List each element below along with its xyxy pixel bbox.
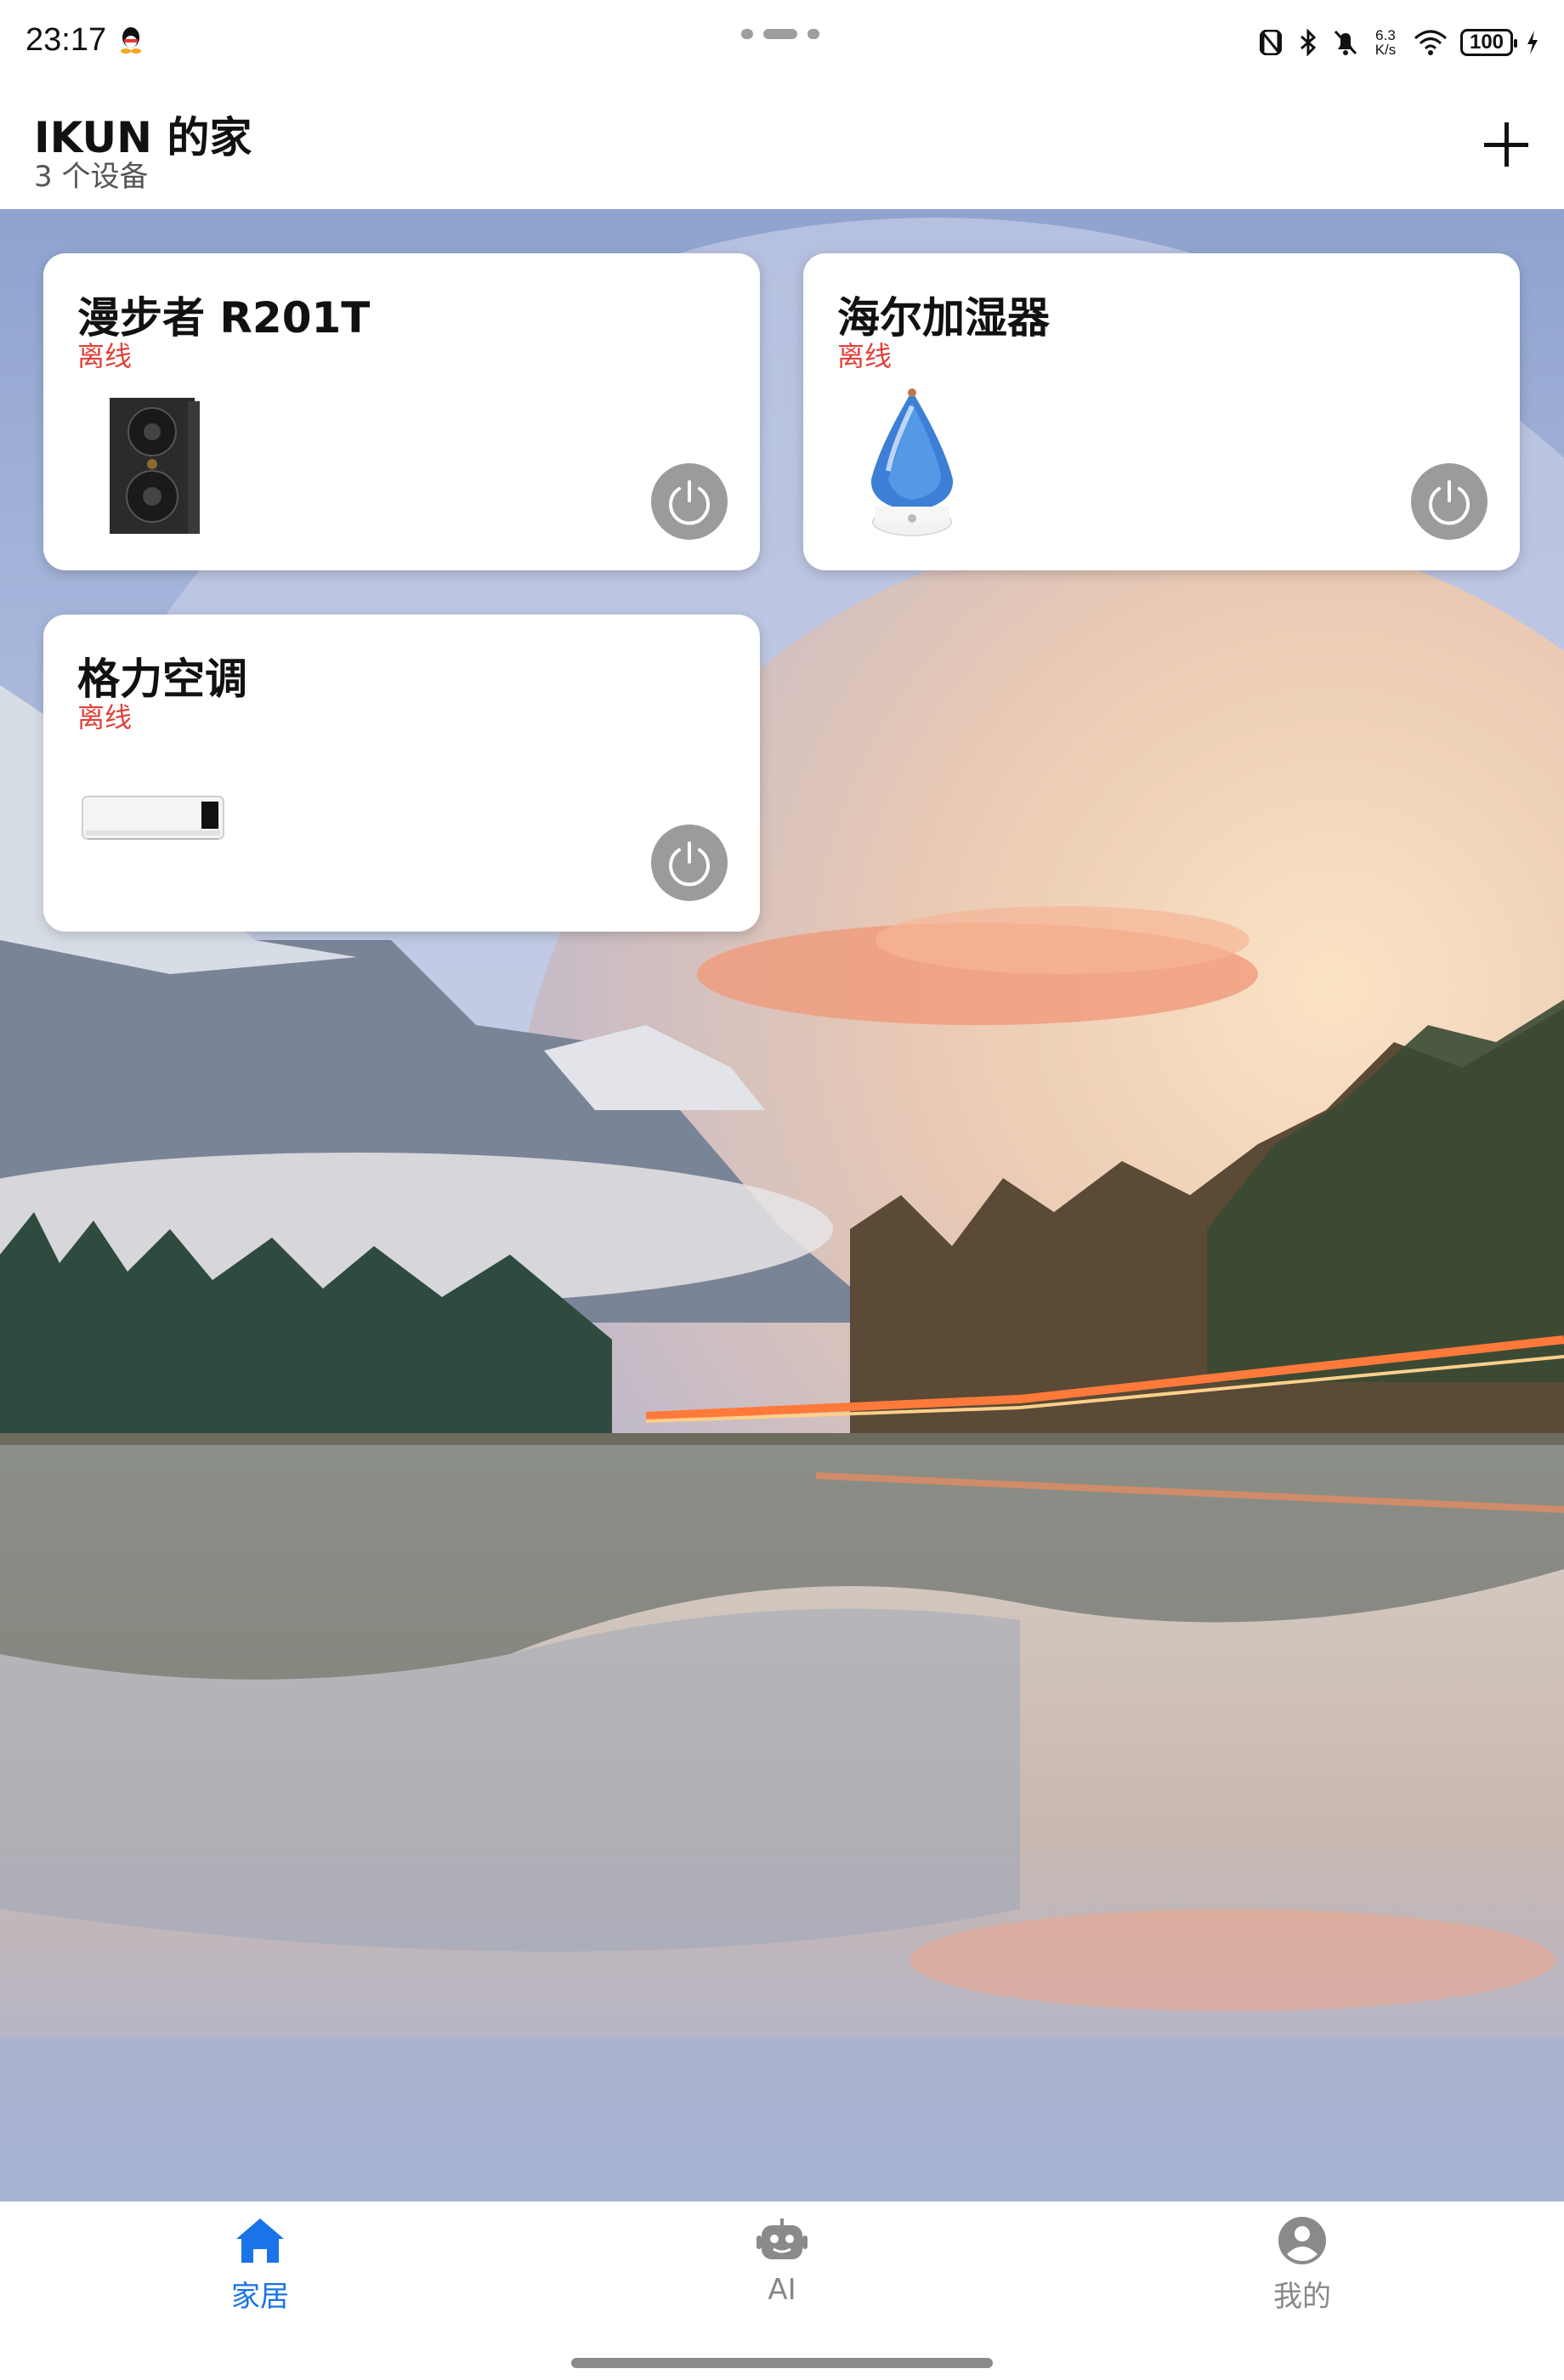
power-button[interactable] [651, 824, 728, 901]
gesture-navigation-bar[interactable] [571, 2358, 993, 2368]
device-card-humidifier[interactable]: 海尔加湿器 离线 [803, 253, 1520, 570]
home-wallpaper: 漫步者 R201T 离线 海尔加湿器 离线 格力空调 离线 [0, 209, 1564, 2202]
power-icon [669, 842, 710, 887]
qq-icon [121, 27, 141, 54]
status-time: 23:17 [26, 22, 107, 58]
device-card-air-conditioner[interactable]: 格力空调 离线 [43, 615, 760, 932]
device-status: 离线 [77, 340, 133, 372]
robot-icon [756, 2218, 808, 2259]
home-icon [236, 2218, 284, 2263]
nfc-icon [1258, 27, 1284, 58]
nav-label: 我的 [1273, 2280, 1331, 2314]
wifi-icon [1413, 27, 1448, 58]
device-status: 离线 [837, 340, 892, 372]
nav-item-ai[interactable]: AI [697, 2215, 867, 2334]
device-card-speaker[interactable]: 漫步者 R201T 离线 [43, 253, 760, 570]
power-icon [669, 480, 710, 525]
home-header: IKUN 的家 3 个设备 [0, 85, 1564, 209]
network-speed: 6.3 K/s [1374, 27, 1397, 58]
battery-icon: 100 [1460, 29, 1517, 56]
status-bar: 23:17 6.3 K/s 100 [0, 0, 1564, 85]
nav-label: AI [768, 2273, 796, 2307]
power-button[interactable] [651, 463, 728, 540]
air-conditioner-image [82, 796, 224, 840]
add-device-button[interactable] [1481, 119, 1532, 170]
bluetooth-icon [1295, 27, 1321, 58]
mute-bell-icon [1333, 27, 1358, 58]
power-button[interactable] [1411, 463, 1488, 540]
charging-icon [1525, 27, 1540, 58]
power-icon [1429, 480, 1470, 525]
multiwindow-handle[interactable] [741, 27, 823, 41]
profile-icon [1278, 2217, 1326, 2264]
humidifier-image [870, 388, 954, 536]
nav-item-home[interactable]: 家居 [175, 2215, 345, 2334]
nav-label: 家居 [231, 2280, 289, 2314]
speaker-image [110, 398, 200, 534]
device-status: 离线 [77, 701, 133, 734]
nav-item-profile[interactable]: 我的 [1217, 2215, 1387, 2334]
device-count: 3 个设备 [34, 160, 149, 194]
bottom-navigation: 家居 AI 我的 [0, 2202, 1564, 2380]
